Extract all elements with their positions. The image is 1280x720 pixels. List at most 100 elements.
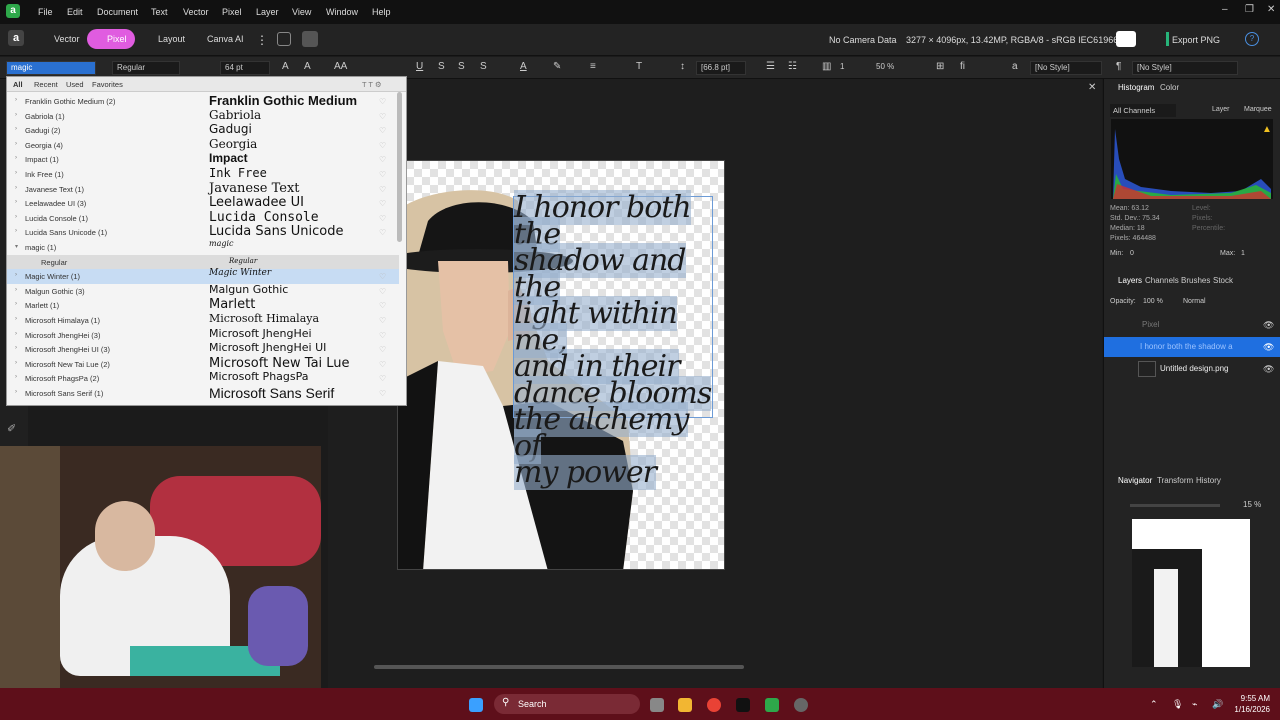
vector-persona-button[interactable]: Vector [34,29,82,49]
chevron-right-icon[interactable]: › [15,272,17,278]
affinity-icon[interactable]: a [8,30,24,46]
chevron-down-icon[interactable]: ▾ [15,243,18,250]
favorite-heart-icon[interactable]: ♡ [379,331,386,340]
tab-history[interactable]: History [1196,476,1221,485]
chevron-right-icon[interactable]: › [15,360,17,366]
microphone-icon[interactable]: 🎙 [1172,699,1183,710]
layer-option[interactable]: Layer [1212,106,1230,113]
help-icon[interactable]: ? [1245,32,1259,46]
favorite-heart-icon[interactable]: ♡ [379,126,386,135]
favorite-heart-icon[interactable]: ♡ [379,301,386,310]
font-row[interactable]: › Leelawadee UI (3) Leelawadee UI ♡ [7,195,399,211]
menu-vector[interactable]: Vector [183,7,209,17]
pilcrow-icon[interactable]: ¶ [1116,61,1121,72]
tab-layers[interactable]: Layers [1118,276,1142,285]
favorite-heart-icon[interactable]: ♡ [379,316,386,325]
tray-chevron-icon[interactable]: ⌃ [1150,699,1158,710]
font-row[interactable]: › Magic Winter (1) Magic Winter ♡ [7,268,399,284]
menu-layer[interactable]: Layer [256,7,279,17]
chevron-right-icon[interactable]: › [15,301,17,307]
chevron-right-icon[interactable]: › [15,112,17,118]
navigator-zoom[interactable]: 15 % [1243,500,1261,509]
strikethrough-icon[interactable]: S [438,61,445,72]
favorite-heart-icon[interactable]: ♡ [379,97,386,106]
chevron-right-icon[interactable]: › [15,345,17,351]
affinity-taskbar-icon[interactable] [765,698,779,712]
paragraph-style-select[interactable]: [No Style] [1030,61,1102,75]
text-options-icon[interactable]: T T ⚙ [362,80,382,89]
font-row[interactable]: › Malgun Gothic (3) Malgun Gothic ♡ [7,283,399,299]
underline-icon[interactable]: U [416,61,423,72]
tab-color[interactable]: Color [1160,83,1179,92]
font-row[interactable]: › Javanese Text (1) Javanese Text ♡ [7,181,399,197]
grid-icon[interactable] [302,31,318,47]
file-explorer-icon[interactable] [678,698,692,712]
favorite-heart-icon[interactable]: ♡ [379,170,386,179]
visibility-icon[interactable]: 👁 [1263,364,1274,375]
favorite-heart-icon[interactable]: ♡ [379,374,386,383]
font-row[interactable]: › Lucida Console (1) Lucida Console ♡ [7,210,399,226]
subscript-icon[interactable]: S [480,61,487,72]
chevron-right-icon[interactable]: › [15,97,17,103]
menu-help[interactable]: Help [372,7,391,17]
tracking-field[interactable]: [66.8 pt] [696,61,746,75]
tab-all[interactable]: All [13,80,23,89]
font-row[interactable]: › Gadugi (2) Gadugi ♡ [7,122,399,138]
numbering-icon[interactable]: ☷ [788,61,797,72]
app-logo-icon[interactable]: a [6,4,20,18]
layer-image[interactable]: Untitled design.png [1104,359,1280,379]
align-icon[interactable]: ≡ [590,61,596,72]
font-row[interactable]: › Microsoft PhagsPa (2) Microsoft PhagsPa ♡ [7,370,399,386]
chevron-right-icon[interactable]: › [15,199,17,205]
favorite-heart-icon[interactable]: ♡ [379,287,386,296]
font-row[interactable]: › Microsoft JhengHei UI (3) Microsoft Jhen… [7,341,399,357]
character-style-select[interactable]: [No Style] [1132,61,1238,75]
strike2-icon[interactable]: S [458,61,465,72]
chevron-right-icon[interactable]: › [15,126,17,132]
text-color-icon[interactable]: A [520,61,527,72]
column-count[interactable]: 1 [836,61,866,75]
task-view-icon[interactable] [650,698,664,712]
font-row[interactable]: › Impact (1) Impact ♡ [7,151,399,167]
tab-brushes[interactable]: Brushes [1181,276,1210,285]
tab-recent[interactable]: Recent [34,80,58,89]
layer-text-selected[interactable]: I honor both the shadow a [1104,337,1280,357]
opacity-field[interactable]: 100 % [1143,298,1163,305]
case-icon[interactable]: AA [334,61,347,72]
favorite-heart-icon[interactable]: ♡ [379,199,386,208]
windows-start-icon[interactable] [469,698,483,712]
more-options-icon[interactable]: ⋮ [256,33,268,47]
font-row[interactable]: › Franklin Gothic Medium (2) Franklin Goth… [7,93,399,109]
chevron-right-icon[interactable]: › [15,316,17,322]
menu-edit[interactable]: Edit [67,7,83,17]
chevron-right-icon[interactable]: › [15,374,17,380]
increase-size-icon[interactable]: A [282,61,289,72]
font-style-row[interactable]: Regular Regular [7,254,399,270]
obs-icon[interactable] [794,698,808,712]
leading-icon[interactable]: ↕ [680,61,685,72]
glyph-a-icon[interactable]: a [1012,61,1018,72]
horizontal-scrollbar[interactable] [374,665,744,669]
document-canvas[interactable]: I honor both the shadow and the light wi… [397,160,725,570]
favorite-heart-icon[interactable]: ♡ [379,345,386,354]
channels-select[interactable]: All Channels [1110,104,1176,117]
favorite-heart-icon[interactable]: ♡ [379,272,386,281]
font-row[interactable]: › Microsoft Himalaya (1) Microsoft Himalay… [7,312,399,328]
font-row[interactable]: ▾ magic (1) magic [7,239,399,255]
chevron-right-icon[interactable]: › [15,331,17,337]
tab-histogram[interactable]: Histogram [1118,83,1154,92]
columns-icon[interactable]: ▥ [822,61,831,72]
export-png-button[interactable]: Export PNG [1172,35,1220,45]
font-style-select[interactable]: Regular [112,61,180,75]
taskbar-search[interactable]: Search [494,694,640,714]
menu-pixel[interactable]: Pixel [222,7,242,17]
min-field[interactable]: 0 [1130,250,1134,257]
font-row[interactable]: › Ink Free (1) Ink Free ♡ [7,166,399,182]
tab-channels[interactable]: Channels [1145,276,1179,285]
vertical-align-icon[interactable]: T [636,61,642,72]
favorite-heart-icon[interactable]: ♡ [379,155,386,164]
chevron-right-icon[interactable]: › [15,389,17,395]
minimize-icon[interactable]: – [1222,4,1228,15]
share-icon[interactable] [277,32,291,46]
favorite-heart-icon[interactable]: ♡ [379,112,386,121]
